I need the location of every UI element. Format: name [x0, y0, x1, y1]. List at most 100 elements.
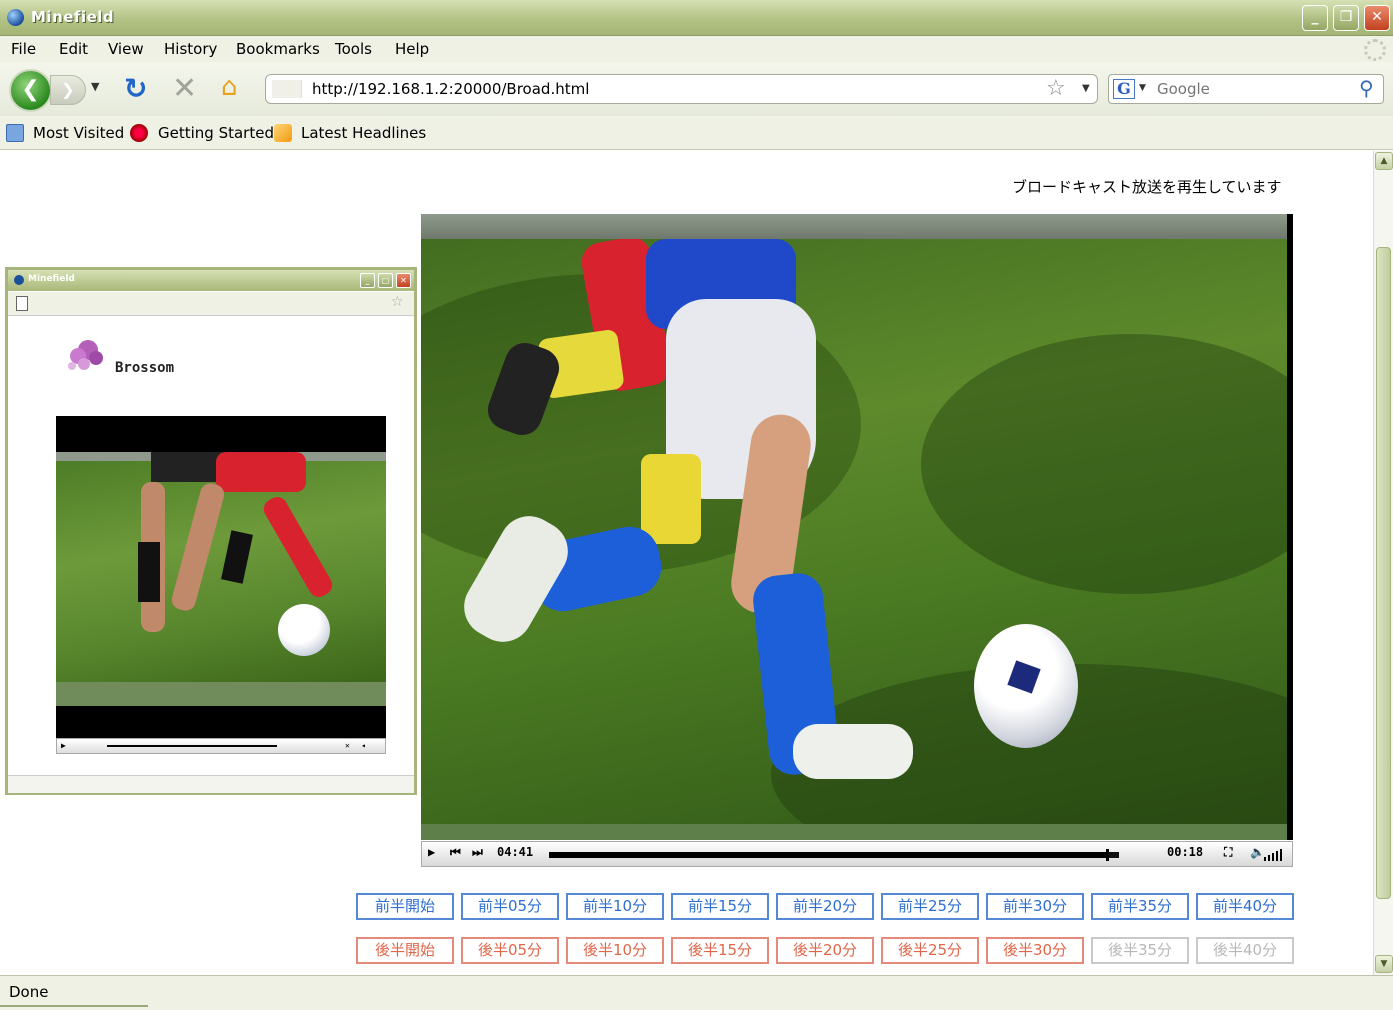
mini-url-bar[interactable]: ☆: [8, 292, 414, 316]
play-icon[interactable]: ▶: [428, 845, 435, 859]
loading-throbber-icon: [1364, 39, 1386, 61]
menu-history[interactable]: History: [164, 40, 217, 58]
jump-first-half-button-4[interactable]: 前半20分: [776, 893, 874, 920]
skip-forward-icon[interactable]: ⏭: [472, 845, 483, 860]
progress-bar[interactable]: [549, 849, 1119, 861]
magnifier-icon[interactable]: ⚲: [1359, 76, 1374, 100]
jump-second-half-button-6[interactable]: 後半30分: [986, 937, 1084, 964]
url-text[interactable]: http://192.168.1.2:20000/Broad.html: [312, 80, 589, 98]
menu-file[interactable]: File: [11, 40, 36, 58]
mini-status-bar: [8, 775, 414, 793]
main-video-player[interactable]: [421, 214, 1293, 840]
google-engine-icon[interactable]: G: [1113, 79, 1135, 99]
menu-help[interactable]: Help: [395, 40, 429, 58]
home-icon[interactable]: ⌂: [221, 72, 238, 102]
url-bar[interactable]: http://192.168.1.2:20000/Broad.html ☆ ▼: [265, 74, 1098, 104]
scroll-up-icon[interactable]: ▲: [1375, 152, 1393, 170]
back-button[interactable]: ❮: [9, 69, 52, 112]
jump-second-half-button-2[interactable]: 後半10分: [566, 937, 664, 964]
title-bar: Minefield _ ❐ ✕: [0, 0, 1393, 36]
scroll-down-icon[interactable]: ▼: [1375, 955, 1393, 973]
history-dropdown-icon[interactable]: ▼: [91, 80, 99, 93]
mini-close-button[interactable]: ✕: [396, 273, 411, 288]
jump-first-half-button-0[interactable]: 前半開始: [356, 893, 454, 920]
jump-first-half-button-8[interactable]: 前半40分: [1196, 893, 1294, 920]
jump-second-half-button-5[interactable]: 後半25分: [881, 937, 979, 964]
menu-view[interactable]: View: [108, 40, 144, 58]
browser-window: Minefield _ ❐ ✕ File Edit View History B…: [0, 0, 1393, 1010]
player-controls: ▶ ⏮ ⏭ 04:41 00:18 ⛶ 🔈: [421, 841, 1293, 867]
mini-progress-bar[interactable]: [107, 745, 277, 747]
jump-first-half-button-1[interactable]: 前半05分: [461, 893, 559, 920]
mini-video-bottom-strip: [56, 682, 386, 706]
jump-second-half-button-8: 後半40分: [1196, 937, 1294, 964]
arrow-left-icon: ❮: [21, 77, 40, 102]
bookmark-latest-headlines[interactable]: Latest Headlines: [301, 124, 426, 142]
mini-window-title: Minefield: [28, 274, 75, 284]
menu-edit[interactable]: Edit: [59, 40, 88, 58]
search-input[interactable]: [1157, 80, 1347, 98]
jump-first-half-button-6[interactable]: 前半30分: [986, 893, 1084, 920]
mini-fullscreen-icon[interactable]: ✕: [345, 741, 350, 750]
mini-star-icon[interactable]: ☆: [391, 294, 404, 310]
firefox-globe-icon: [7, 9, 24, 26]
rss-feed-icon: [274, 124, 292, 142]
mini-video-player[interactable]: [56, 416, 386, 738]
mini-soccer-ball: [278, 604, 330, 656]
broadcast-message: ブロードキャスト放送を再生しています: [1012, 178, 1282, 196]
status-bar: Done: [0, 975, 1393, 1010]
mini-play-icon[interactable]: ▶: [61, 741, 66, 750]
mini-minimize-button[interactable]: _: [360, 273, 375, 288]
skip-back-icon[interactable]: ⏮: [450, 845, 461, 860]
search-bar[interactable]: G ▼ ⚲: [1108, 74, 1384, 104]
jump-second-half-button-7: 後半35分: [1091, 937, 1189, 964]
menu-tools[interactable]: Tools: [335, 40, 372, 58]
jump-second-half-button-4[interactable]: 後半20分: [776, 937, 874, 964]
bookmark-most-visited[interactable]: Most Visited: [33, 124, 124, 142]
folder-icon: [6, 124, 24, 142]
vertical-scrollbar[interactable]: ▲ ▼: [1373, 151, 1393, 975]
bookmark-getting-started[interactable]: Getting Started: [158, 124, 274, 142]
jump-second-half-button-0[interactable]: 後半開始: [356, 937, 454, 964]
blossom-logo-icon: [68, 340, 103, 370]
progress-thumb[interactable]: [1105, 849, 1109, 861]
forward-button[interactable]: ❯: [50, 75, 86, 105]
engine-dropdown-icon[interactable]: ▼: [1139, 83, 1146, 93]
jump-first-half-button-3[interactable]: 前半15分: [671, 893, 769, 920]
mini-maximize-button[interactable]: □: [378, 273, 393, 288]
menu-bookmarks[interactable]: Bookmarks: [236, 40, 320, 58]
video-bottom-strip: [421, 824, 1287, 840]
mini-page-icon: [16, 296, 28, 311]
main-video-frame: [421, 214, 1287, 840]
jump-first-half-button-2[interactable]: 前半10分: [566, 893, 664, 920]
elapsed-time: 04:41: [497, 845, 534, 859]
bookmarks-toolbar: Most Visited Getting Started Latest Head…: [0, 116, 1393, 150]
jump-second-half-button-3[interactable]: 後半15分: [671, 937, 769, 964]
mini-firefox-globe-icon: [14, 275, 24, 285]
scroll-thumb[interactable]: [1376, 247, 1391, 899]
fullscreen-icon[interactable]: ⛶: [1224, 845, 1232, 860]
page-content: ブロードキャスト放送を再生しています ▶ ⏮ ⏭ 04:41 00:18 ⛶ 🔈…: [0, 151, 1373, 975]
star-icon[interactable]: ☆: [1046, 76, 1066, 101]
progress-fill: [549, 852, 1108, 858]
close-button[interactable]: ✕: [1364, 5, 1390, 31]
remaining-time: 00:18: [1167, 845, 1204, 859]
mini-player-controls: ▶ ✕ ◂: [56, 738, 386, 754]
maximize-button[interactable]: ❐: [1333, 5, 1359, 31]
mini-speaker-icon[interactable]: ◂: [361, 741, 366, 750]
jump-second-half-button-1[interactable]: 後半05分: [461, 937, 559, 964]
mini-title-bar: Minefield _ □ ✕: [8, 270, 414, 291]
speaker-icon[interactable]: 🔈: [1250, 845, 1265, 859]
url-dropdown-icon[interactable]: ▼: [1082, 83, 1090, 94]
mini-logo-text: Brossom: [115, 360, 175, 376]
video-top-strip: [421, 214, 1287, 239]
stop-icon[interactable]: ✕: [172, 71, 197, 106]
menu-bar: File Edit View History Bookmarks Tools H…: [0, 36, 1393, 62]
mini-video-frame: [56, 452, 386, 682]
minimize-button[interactable]: _: [1302, 5, 1328, 31]
site-identity-icon[interactable]: [272, 80, 302, 98]
jump-first-half-button-5[interactable]: 前半25分: [881, 893, 979, 920]
status-text: Done: [9, 983, 49, 1001]
reload-icon[interactable]: ↻: [124, 72, 147, 105]
jump-first-half-button-7[interactable]: 前半35分: [1091, 893, 1189, 920]
